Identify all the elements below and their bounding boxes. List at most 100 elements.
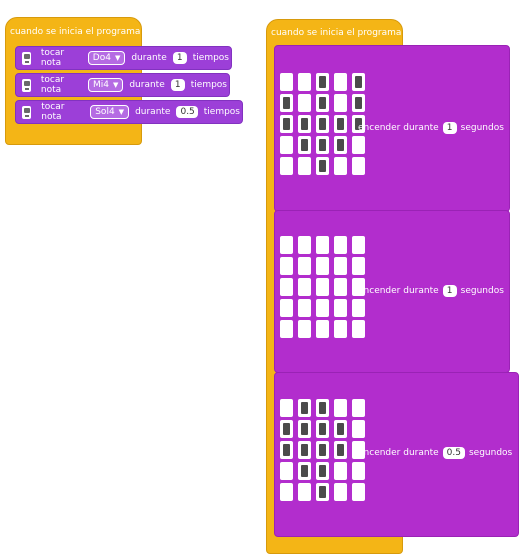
led-on[interactable]: [316, 441, 329, 459]
led-on[interactable]: [298, 136, 311, 154]
led-on[interactable]: [316, 483, 329, 501]
led-off[interactable]: [316, 236, 329, 254]
note-dropdown[interactable]: Do4 ▼: [87, 51, 126, 65]
led-off[interactable]: [298, 236, 311, 254]
beats-input[interactable]: 1: [172, 52, 187, 64]
led-off[interactable]: [280, 462, 293, 480]
led-on[interactable]: [298, 420, 311, 438]
led-on[interactable]: [316, 420, 329, 438]
led-off[interactable]: [280, 299, 293, 317]
led-on[interactable]: [280, 115, 293, 133]
led-off[interactable]: [298, 299, 311, 317]
led-off[interactable]: [280, 399, 293, 417]
led-off[interactable]: [334, 157, 347, 175]
led-on[interactable]: [352, 94, 365, 112]
led-display-block-1[interactable]: encender durante 1 segundos: [274, 45, 510, 212]
led-on[interactable]: [280, 94, 293, 112]
led-off[interactable]: [280, 236, 293, 254]
led-off[interactable]: [352, 420, 365, 438]
caret-down-icon: ▼: [118, 108, 125, 116]
led-matrix[interactable]: [280, 236, 365, 338]
speaker-icon: [22, 105, 32, 119]
led-on[interactable]: [334, 420, 347, 438]
beats-input[interactable]: 0.5: [176, 106, 198, 118]
seconds-input[interactable]: 0.5: [442, 447, 465, 459]
display-for-label: encender durante: [358, 286, 439, 296]
led-off[interactable]: [298, 94, 311, 112]
led-on[interactable]: [316, 73, 329, 91]
note-value: Mi4: [92, 80, 109, 90]
led-off[interactable]: [352, 299, 365, 317]
led-off[interactable]: [352, 136, 365, 154]
unit-label: tiempos: [192, 53, 229, 63]
led-off[interactable]: [298, 157, 311, 175]
led-matrix[interactable]: [280, 73, 365, 175]
play-note-block-1[interactable]: tocar nota Do4 ▼ durante 1 tiempos: [15, 46, 232, 70]
seconds-input[interactable]: 1: [442, 122, 457, 134]
led-off[interactable]: [316, 299, 329, 317]
led-off[interactable]: [316, 257, 329, 275]
led-off[interactable]: [316, 278, 329, 296]
led-on[interactable]: [280, 441, 293, 459]
led-off[interactable]: [334, 236, 347, 254]
led-off[interactable]: [280, 483, 293, 501]
led-off[interactable]: [352, 320, 365, 338]
led-on[interactable]: [316, 399, 329, 417]
led-display-block-3[interactable]: encender durante 0.5 segundos: [274, 372, 519, 537]
led-on[interactable]: [298, 462, 311, 480]
led-on[interactable]: [334, 115, 347, 133]
led-on[interactable]: [316, 115, 329, 133]
unit-label: tiempos: [190, 80, 227, 90]
led-off[interactable]: [334, 278, 347, 296]
led-off[interactable]: [298, 320, 311, 338]
play-note-label: tocar nota: [40, 75, 65, 95]
led-off[interactable]: [352, 236, 365, 254]
play-note-block-3[interactable]: tocar nota Sol4 ▼ durante 0.5 tiempos: [15, 100, 243, 124]
led-off[interactable]: [298, 483, 311, 501]
led-off[interactable]: [334, 299, 347, 317]
led-on[interactable]: [298, 115, 311, 133]
led-on[interactable]: [352, 73, 365, 91]
led-off[interactable]: [298, 257, 311, 275]
speaker-icon: [22, 51, 31, 65]
led-on[interactable]: [316, 462, 329, 480]
led-matrix[interactable]: [280, 399, 365, 501]
led-off[interactable]: [334, 94, 347, 112]
led-off[interactable]: [334, 462, 347, 480]
led-display-block-2[interactable]: encender durante 1 segundos: [274, 210, 510, 373]
led-off[interactable]: [280, 73, 293, 91]
led-on[interactable]: [334, 441, 347, 459]
led-off[interactable]: [334, 399, 347, 417]
led-off[interactable]: [280, 320, 293, 338]
unit-label: tiempos: [203, 107, 240, 117]
led-off[interactable]: [280, 278, 293, 296]
led-off[interactable]: [298, 278, 311, 296]
led-on[interactable]: [316, 136, 329, 154]
led-off[interactable]: [352, 483, 365, 501]
led-off[interactable]: [334, 320, 347, 338]
led-off[interactable]: [334, 483, 347, 501]
beats-input[interactable]: 1: [170, 79, 185, 91]
led-off[interactable]: [334, 73, 347, 91]
led-off[interactable]: [334, 257, 347, 275]
led-on[interactable]: [316, 157, 329, 175]
led-on[interactable]: [280, 420, 293, 438]
led-off[interactable]: [352, 157, 365, 175]
note-dropdown[interactable]: Mi4 ▼: [87, 78, 124, 92]
led-off[interactable]: [280, 157, 293, 175]
led-off[interactable]: [352, 399, 365, 417]
led-off[interactable]: [280, 257, 293, 275]
play-note-block-2[interactable]: tocar nota Mi4 ▼ durante 1 tiempos: [15, 73, 230, 97]
seconds-input[interactable]: 1: [442, 285, 457, 297]
led-on[interactable]: [316, 94, 329, 112]
led-on[interactable]: [334, 136, 347, 154]
led-off[interactable]: [280, 136, 293, 154]
led-off[interactable]: [352, 257, 365, 275]
led-off[interactable]: [352, 462, 365, 480]
led-off[interactable]: [298, 73, 311, 91]
led-on[interactable]: [298, 399, 311, 417]
display-duration: encender durante 1 segundos: [358, 285, 504, 297]
led-on[interactable]: [298, 441, 311, 459]
led-off[interactable]: [316, 320, 329, 338]
note-dropdown[interactable]: Sol4 ▼: [90, 105, 130, 119]
